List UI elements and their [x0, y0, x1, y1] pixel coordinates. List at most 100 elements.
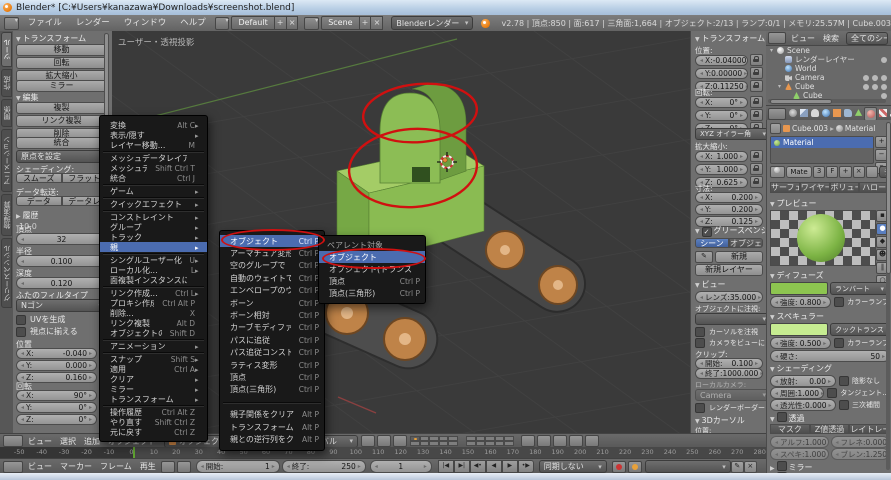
- scale-field[interactable]: X:1.000: [695, 151, 748, 162]
- layer-cell[interactable]: [410, 436, 420, 441]
- layer-cell[interactable]: [448, 436, 458, 441]
- outliner-row[interactable]: World: [766, 64, 891, 73]
- parent-submenu-item[interactable]: 親との逆行列をクリア Alt P: [220, 433, 324, 445]
- diffuse-color-swatch[interactable]: [770, 282, 828, 295]
- gp-brush-icon[interactable]: ✎: [695, 251, 713, 263]
- material-users-button[interactable]: 3: [813, 166, 825, 178]
- context-menu-item[interactable]: リンク複製 Alt D: [100, 318, 207, 328]
- layer-cell[interactable]: [410, 441, 420, 446]
- blend-field[interactable]: ブレン:1.250: [831, 448, 890, 460]
- use-nodes-icon[interactable]: [866, 166, 878, 178]
- properties-tab[interactable]: [809, 107, 820, 119]
- layer-cell[interactable]: [420, 436, 430, 441]
- playback-button[interactable]: ▶|: [454, 460, 470, 473]
- hardness-field[interactable]: 硬さ:50: [770, 350, 890, 362]
- context-menu-item[interactable]: 適用 Ctrl A: [100, 364, 207, 374]
- popup-menu-item[interactable]: 頂点 Ctrl P: [319, 275, 425, 287]
- timeline-menu-item[interactable]: マーカー: [56, 461, 96, 472]
- playback-button[interactable]: ▶: [502, 460, 518, 473]
- layer-cell[interactable]: [495, 441, 505, 446]
- layers-grid-1[interactable]: [410, 436, 462, 446]
- context-menu-item[interactable]: コンストレイント: [100, 212, 207, 222]
- scene-delete-button[interactable]: ×: [371, 16, 383, 30]
- parent-submenu-item[interactable]: トランスフォームを維持してクリア Alt P: [220, 421, 324, 433]
- specular-panel-header[interactable]: スペキュラー: [770, 311, 880, 322]
- emit-field[interactable]: 放射:0.00: [770, 375, 836, 387]
- popup-menu-item[interactable]: オブジェクト: [319, 251, 425, 263]
- parent-submenu-item[interactable]: 頂点(三角形) Ctrl P: [220, 384, 324, 396]
- shading-panel-header[interactable]: シェーディング: [770, 363, 880, 374]
- outliner-row[interactable]: レンダーレイヤー: [766, 55, 891, 64]
- transparency-panel-header[interactable]: 透過: [770, 412, 880, 424]
- rotation-field[interactable]: Y:0°: [695, 110, 748, 121]
- context-menu-item[interactable]: ローカル化... L: [100, 265, 207, 275]
- generate-uv-checkbox[interactable]: [16, 315, 26, 325]
- preview-panel-header[interactable]: プレビュー: [770, 198, 880, 209]
- parent-submenu-item[interactable]: パスに追従 Ctrl P: [220, 334, 324, 346]
- history-panel-header[interactable]: 履歴: [16, 210, 108, 221]
- edit-button[interactable]: リンク複製: [16, 115, 107, 127]
- context-menu-item[interactable]: メッシュデータの転送 Shift Ctrl T: [100, 163, 207, 173]
- layer-cell[interactable]: [448, 441, 458, 446]
- context-menu-item[interactable]: 削除... X: [100, 308, 207, 318]
- location-field[interactable]: Y:0.000: [16, 360, 97, 371]
- scene-icon[interactable]: [304, 17, 319, 30]
- local-camera-field[interactable]: Camera: [695, 389, 767, 401]
- toolshelf-tab[interactable]: ツール: [1, 32, 12, 67]
- specular-alpha-field[interactable]: スペキ:1.000: [770, 448, 829, 460]
- mirror-checkbox[interactable]: [777, 461, 787, 471]
- lock-icon[interactable]: [750, 163, 763, 175]
- current-frame-field[interactable]: 1: [370, 460, 432, 473]
- context-menu-item[interactable]: やり直す Shift Ctrl Z: [100, 417, 207, 427]
- manipulator-scale-icon[interactable]: [393, 435, 407, 447]
- editor-type-3dview-icon[interactable]: [3, 435, 23, 447]
- shadeless-checkbox[interactable]: [839, 376, 849, 386]
- transform-button[interactable]: 移動: [16, 44, 107, 56]
- layer-cell[interactable]: [466, 441, 476, 446]
- keying-delete-icon[interactable]: ×: [744, 461, 757, 473]
- properties-scrollbar[interactable]: [886, 122, 890, 470]
- layer-cell[interactable]: [476, 441, 486, 446]
- snap-magnet-icon[interactable]: [537, 435, 551, 447]
- render-icon[interactable]: [881, 75, 887, 81]
- lens-field[interactable]: レンズ:35.000: [695, 291, 763, 303]
- layer-cell[interactable]: [504, 436, 514, 441]
- scale-field[interactable]: Y:1.000: [695, 164, 748, 175]
- render-border-checkbox[interactable]: [695, 403, 705, 413]
- parent-submenu-item[interactable]: パス追従コンストレイント Ctrl P: [220, 347, 324, 359]
- translucency-field[interactable]: 透光性:0.000: [770, 399, 836, 411]
- select-icon[interactable]: [872, 84, 878, 90]
- view-panel-header[interactable]: ビュー: [695, 279, 765, 290]
- context-menu-item[interactable]: グループ: [100, 222, 207, 232]
- properties-tab[interactable]: [864, 107, 877, 121]
- parent-submenu-item[interactable]: ボーン Ctrl P: [220, 297, 324, 309]
- screen-layout-icon[interactable]: [215, 17, 230, 30]
- ambient-field[interactable]: 周囲:1.000: [770, 387, 824, 399]
- layer-cell[interactable]: [466, 436, 476, 441]
- material-slot-row[interactable]: Material: [771, 137, 873, 148]
- context-menu-item[interactable]: 表示/隠す: [100, 130, 207, 140]
- material-type-tab[interactable]: ハロー: [859, 182, 889, 193]
- context-menu-item[interactable]: アニメーション: [100, 341, 207, 351]
- lock-layers-icon[interactable]: [521, 435, 535, 447]
- toolshelf-tab[interactable]: 物理演算: [1, 194, 12, 236]
- toolshelf-tab[interactable]: アニメーション: [1, 129, 12, 192]
- layers-grid-2[interactable]: [466, 436, 518, 446]
- parent-submenu-item[interactable]: 自動のウェイトで Ctrl P: [220, 272, 324, 284]
- frame-end-field[interactable]: 終了:250: [282, 460, 366, 473]
- transparency-checkbox[interactable]: [777, 412, 787, 422]
- properties-tab[interactable]: [853, 107, 864, 119]
- cursor-panel-header[interactable]: 3Dカーソル: [695, 415, 765, 426]
- properties-tab[interactable]: [787, 107, 798, 119]
- info-menu-item[interactable]: ウィンドウ: [117, 15, 174, 31]
- keying-set-icon[interactable]: [628, 461, 642, 473]
- data-button[interactable]: データ: [16, 196, 62, 206]
- layer-cell[interactable]: [429, 441, 439, 446]
- manipulator-rotate-icon[interactable]: [377, 435, 391, 447]
- mirror-button[interactable]: ミラー: [16, 80, 107, 92]
- material-type-tab[interactable]: ワイヤー: [800, 182, 830, 193]
- unlink-material-button[interactable]: ×: [853, 166, 865, 178]
- render-opengl-icon[interactable]: [569, 435, 583, 447]
- lock-icon[interactable]: [750, 80, 763, 92]
- rotation-field[interactable]: Y:0°: [16, 402, 97, 413]
